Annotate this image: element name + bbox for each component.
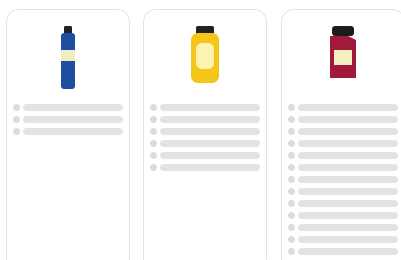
text-placeholder-bar xyxy=(298,115,398,123)
text-placeholder-bar xyxy=(160,103,260,111)
text-placeholder-bar xyxy=(298,199,398,207)
text-placeholder-bar xyxy=(298,235,398,243)
bullet-dot xyxy=(150,151,157,159)
bullet-dot xyxy=(288,139,295,147)
bullet-dot xyxy=(288,223,295,231)
spec-row-placeholder xyxy=(288,245,398,257)
product-card-jar[interactable] xyxy=(281,9,401,260)
spec-row-placeholder xyxy=(288,125,398,137)
bullet-dot xyxy=(13,103,20,111)
bullet-dot xyxy=(150,139,157,147)
bullet-dot xyxy=(288,199,295,207)
spec-row-placeholder xyxy=(150,113,260,125)
bullet-dot xyxy=(13,115,20,123)
bullet-dot xyxy=(288,151,295,159)
bullet-dot xyxy=(288,127,295,135)
text-placeholder-bar xyxy=(160,151,260,159)
spec-row-placeholder xyxy=(288,209,398,221)
text-placeholder-bar xyxy=(298,223,398,231)
spec-row-placeholder xyxy=(150,125,260,137)
spec-row-placeholder xyxy=(288,101,398,113)
bullet-dot xyxy=(150,103,157,111)
spray-can-icon xyxy=(7,26,129,94)
text-placeholder-bar xyxy=(160,127,260,135)
spec-row-placeholder xyxy=(288,137,398,149)
text-placeholder-bar xyxy=(23,115,123,123)
text-placeholder-bar xyxy=(298,211,398,219)
spec-row-placeholder xyxy=(150,137,260,149)
text-placeholder-bar xyxy=(298,163,398,171)
bullet-dot xyxy=(288,247,295,255)
spec-row-placeholder xyxy=(288,149,398,161)
squeeze-bottle-icon xyxy=(144,26,266,94)
spec-list xyxy=(288,101,398,257)
text-placeholder-bar xyxy=(160,139,260,147)
text-placeholder-bar xyxy=(298,175,398,183)
bullet-dot xyxy=(288,235,295,243)
bullet-dot xyxy=(150,115,157,123)
bullet-dot xyxy=(288,187,295,195)
text-placeholder-bar xyxy=(298,187,398,195)
bullet-dot xyxy=(288,163,295,171)
text-placeholder-bar xyxy=(298,127,398,135)
spec-row-placeholder xyxy=(288,197,398,209)
bullet-dot xyxy=(288,103,295,111)
spec-row-placeholder xyxy=(288,173,398,185)
spec-row-placeholder xyxy=(150,101,260,113)
product-card-squeeze-bottle[interactable] xyxy=(143,9,267,260)
spec-row-placeholder xyxy=(13,101,123,113)
bullet-dot xyxy=(288,175,295,183)
spec-list xyxy=(150,101,260,173)
spec-row-placeholder xyxy=(288,113,398,125)
text-placeholder-bar xyxy=(160,163,260,171)
text-placeholder-bar xyxy=(298,103,398,111)
text-placeholder-bar xyxy=(23,103,123,111)
bullet-dot xyxy=(13,127,20,135)
product-card-grid xyxy=(0,0,401,260)
product-card-spray[interactable] xyxy=(6,9,130,260)
bullet-dot xyxy=(288,211,295,219)
bullet-dot xyxy=(150,127,157,135)
spec-row-placeholder xyxy=(288,185,398,197)
bullet-dot xyxy=(288,115,295,123)
text-placeholder-bar xyxy=(23,127,123,135)
spec-row-placeholder xyxy=(288,161,398,173)
jar-icon xyxy=(282,26,401,94)
spec-row-placeholder xyxy=(288,221,398,233)
spec-row-placeholder xyxy=(150,149,260,161)
spec-row-placeholder xyxy=(288,233,398,245)
text-placeholder-bar xyxy=(298,247,398,255)
text-placeholder-bar xyxy=(298,139,398,147)
spec-list xyxy=(13,101,123,137)
spec-row-placeholder xyxy=(150,161,260,173)
bullet-dot xyxy=(150,163,157,171)
text-placeholder-bar xyxy=(298,151,398,159)
text-placeholder-bar xyxy=(160,115,260,123)
spec-row-placeholder xyxy=(13,125,123,137)
spec-row-placeholder xyxy=(13,113,123,125)
